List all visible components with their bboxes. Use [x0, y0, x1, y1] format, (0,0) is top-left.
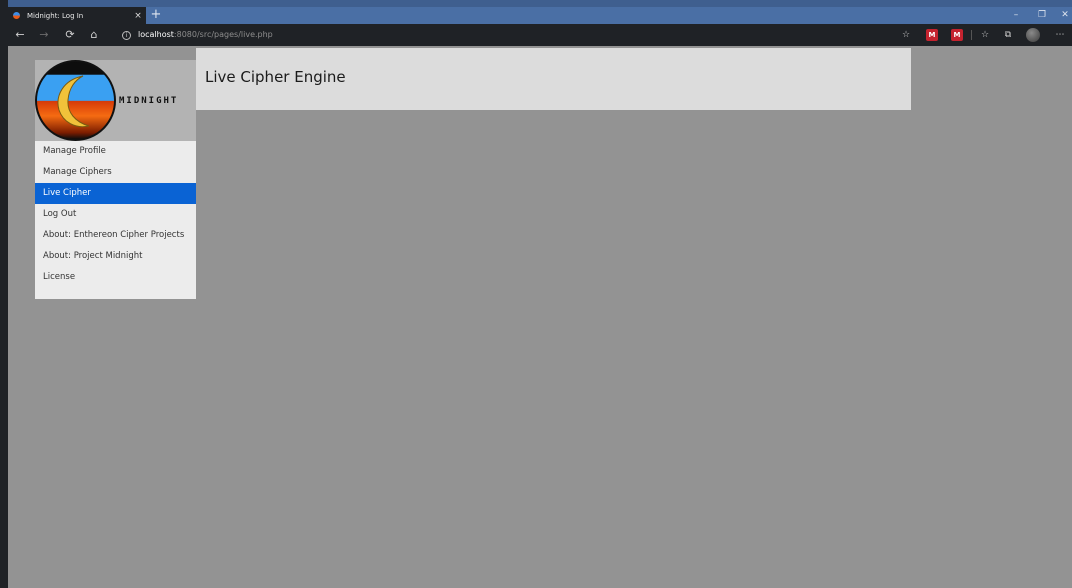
crescent-moon-icon	[57, 75, 90, 128]
toolbar-separator	[971, 30, 972, 40]
sidebar-menu: Manage Profile Manage Ciphers Live Ciphe…	[35, 141, 196, 288]
favorite-star-icon[interactable]: ☆	[900, 29, 912, 41]
site-info-icon[interactable]: i	[122, 30, 131, 40]
logo: MIDNIGHT	[35, 60, 196, 141]
logo-wordmark: MIDNIGHT	[119, 96, 179, 106]
browser-tab[interactable]: Midnight: Log In ×	[8, 7, 146, 24]
refresh-button[interactable]: ⟳	[60, 24, 80, 46]
page-title: Live Cipher Engine	[205, 68, 346, 86]
url-path: :8080/src/pages/live.php	[173, 30, 273, 39]
tab-title: Midnight: Log In	[27, 11, 84, 20]
close-window-button[interactable]: ✕	[1055, 7, 1072, 24]
sidebar-item-about-midnight[interactable]: About: Project Midnight	[35, 246, 196, 267]
moon-logo-icon	[35, 60, 116, 141]
back-button[interactable]: ←	[10, 24, 30, 46]
sidebar-item-live-cipher[interactable]: Live Cipher	[35, 183, 196, 204]
favorites-icon[interactable]: ☆	[979, 29, 991, 41]
window-title-strip	[0, 0, 1072, 7]
address-toolbar: ← → ⟳ ⌂ i localhost:8080/src/pages/live.…	[8, 24, 1072, 46]
window-frame	[0, 0, 8, 588]
more-menu-icon[interactable]: ⋯	[1054, 29, 1066, 41]
sidebar-item-log-out[interactable]: Log Out	[35, 204, 196, 225]
restore-button[interactable]: ❐	[1032, 7, 1052, 24]
sidebar-item-manage-profile[interactable]: Manage Profile	[35, 141, 196, 162]
forward-button[interactable]: →	[34, 24, 54, 46]
tab-close-icon[interactable]: ×	[132, 11, 144, 21]
sidebar-item-about-enthereon[interactable]: About: Enthereon Cipher Projects	[35, 225, 196, 246]
address-bar[interactable]: i localhost:8080/src/pages/live.php	[122, 24, 273, 46]
sidebar-item-license[interactable]: License	[35, 267, 196, 288]
sidebar-item-manage-ciphers[interactable]: Manage Ciphers	[35, 162, 196, 183]
minimize-button[interactable]: –	[1006, 7, 1026, 24]
extension-icon[interactable]: M	[926, 29, 938, 41]
url-host: localhost	[138, 30, 174, 39]
favicon-icon	[12, 11, 21, 20]
collections-icon[interactable]: ⧉	[1002, 29, 1014, 41]
home-button[interactable]: ⌂	[84, 24, 104, 46]
page-header: Live Cipher Engine	[196, 48, 911, 110]
profile-avatar[interactable]	[1026, 28, 1040, 42]
new-tab-button[interactable]: +	[148, 7, 164, 24]
extension-icon-2[interactable]: M	[951, 29, 963, 41]
sidebar: MIDNIGHT Manage Profile Manage Ciphers L…	[35, 60, 196, 299]
